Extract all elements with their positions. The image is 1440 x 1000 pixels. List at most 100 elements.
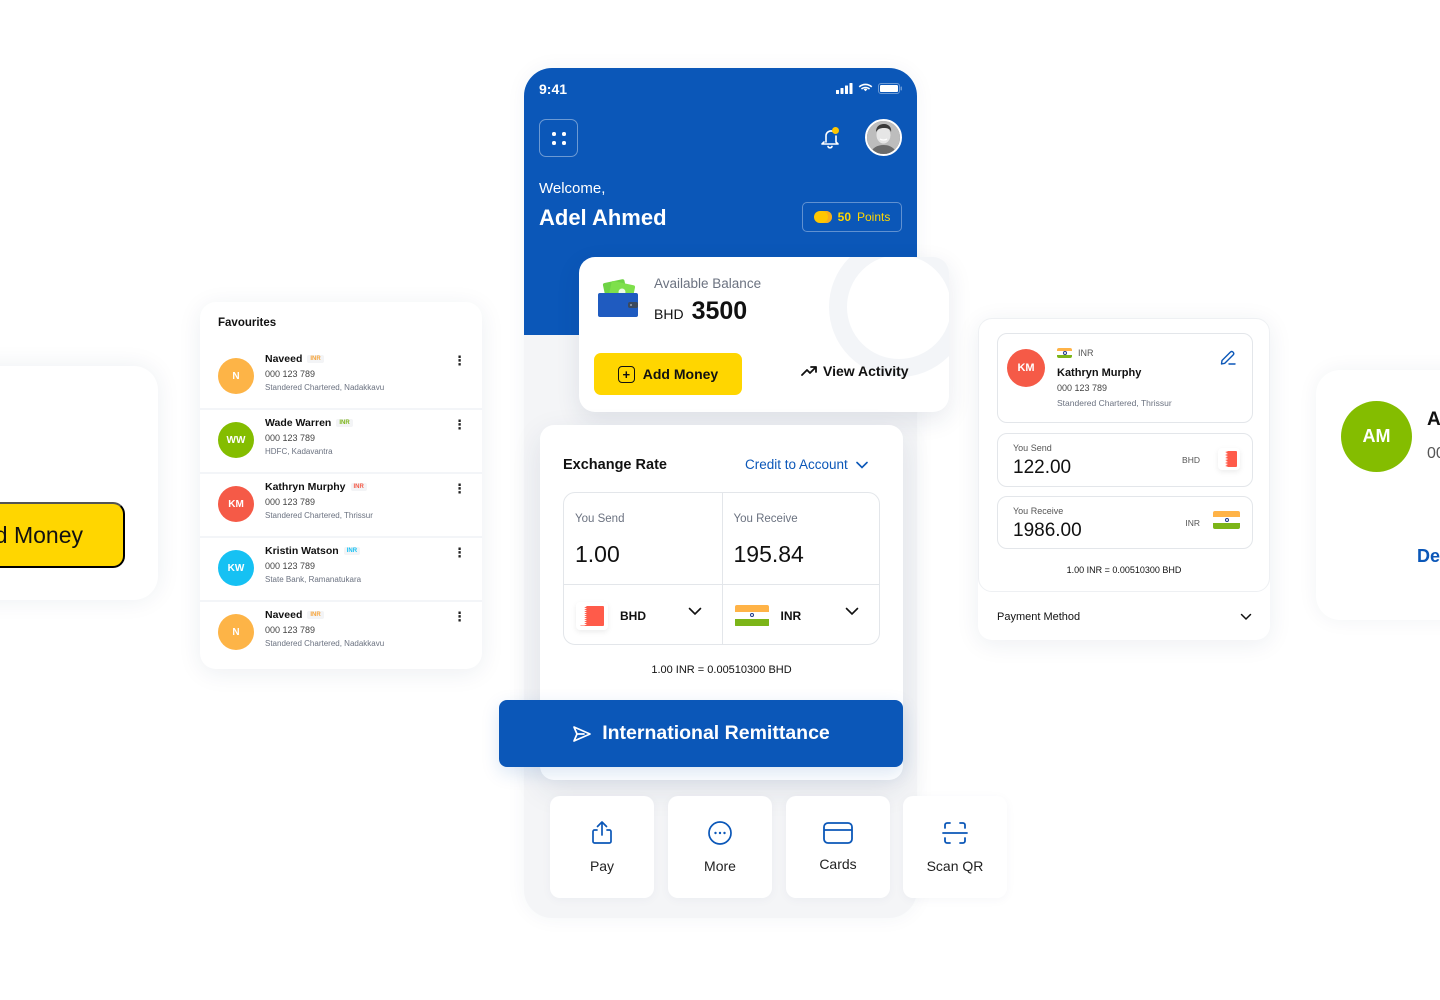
add-money-button[interactable]: + Add Money [594,353,742,395]
avatar: N [218,358,254,394]
account-number: 000 123 789 [265,560,316,571]
dot [552,132,556,136]
favourite-name: Wade Warren [265,417,332,429]
battery-icon [878,83,902,94]
points-value: 50 [837,210,851,224]
receive-label: You Receive [1013,506,1064,516]
transfer-mode-dropdown[interactable]: Credit to Account [745,457,868,472]
balance-card: Available Balance BHD 3500 + Add Money V… [579,257,949,412]
currency-badge: INR [307,611,324,620]
balance-amount: 3500 [691,297,748,325]
quick-action-cards[interactable]: Cards [786,796,890,898]
quick-action-scan-qr[interactable]: Scan QR [903,796,1007,898]
status-icons [836,83,902,94]
dot [562,132,566,136]
favourites-card: Favourites N Naveed INR 000 123 789 Stan… [200,302,482,669]
dot [562,141,566,145]
scan-qr-icon [942,822,968,844]
account-number: 000 123 789 [265,432,316,443]
avatar: KW [218,550,254,586]
recipient-bank: Standered Chartered, Thrissur [1057,398,1172,408]
more-dots-icon [708,821,732,845]
currency-badge: INR [350,483,367,492]
send-currency-code: BHD [620,608,646,623]
recipient-send-field[interactable]: You Send 122.00 BHD [997,433,1253,487]
international-remittance-button[interactable]: International Remittance [499,700,903,767]
person-photo-icon [867,121,900,154]
currency-badge: INR [307,355,324,364]
send-amount: 122.00 [1013,457,1072,478]
send-column: You Send 1.00 BHD [564,493,722,644]
india-flag-icon [1213,511,1240,529]
avatar: N [218,614,254,650]
notification-bell-icon[interactable] [820,126,842,150]
currency-badge: INR [343,547,361,556]
more-vertical-icon[interactable]: ⋮ [453,610,466,623]
balance-currency: BHD [654,306,684,322]
more-vertical-icon[interactable]: ⋮ [453,482,466,495]
receive-currency-select[interactable]: INR [722,584,879,644]
details-link-partial[interactable]: De [1417,546,1440,567]
exchange-title: Exchange Rate [563,457,667,473]
favourite-name: Kathryn Murphy [265,481,346,493]
add-money-label: Add Money [642,366,719,382]
coin-icon [813,211,832,223]
currency-badge: INR [336,419,353,428]
bank-name: State Bank, Ramanatukara [265,574,362,584]
chevron-down-icon [856,461,868,469]
receive-currency: INR [1185,518,1200,528]
receive-amount-input[interactable]: 195.84 [734,541,804,568]
more-vertical-icon[interactable]: ⋮ [453,354,466,367]
quick-action-label: Cards [819,856,857,872]
favourite-item[interactable]: WW Wade Warren INR 000 123 789 HDFC, Kad… [200,410,482,474]
more-vertical-icon[interactable]: ⋮ [453,418,466,431]
send-currency-select[interactable]: BHD [564,584,722,644]
menu-button[interactable] [539,119,578,157]
share-upload-icon [592,821,612,844]
favourite-item[interactable]: KW Kristin Watson INR 000 123 789 State … [200,538,482,602]
quick-action-more[interactable]: More [668,796,772,898]
account-number: 000 123 789 [265,368,316,379]
edit-pencil-icon[interactable] [1219,348,1237,366]
favourite-item[interactable]: N Naveed INR 000 123 789 Standered Chart… [200,346,482,410]
card-icon [823,822,853,844]
bank-name: Standered Chartered, Nadakkavu [265,382,385,392]
account-number: 000 123 789 [265,624,316,635]
view-activity-link[interactable]: View Activity [801,363,909,379]
bank-name: Standered Chartered, Nadakkavu [265,638,385,648]
avatar: KM [1007,349,1045,387]
more-vertical-icon[interactable]: ⋮ [453,546,466,559]
favourite-item[interactable]: N Naveed INR 000 123 789 Standered Chart… [200,602,482,666]
favourite-name: Kristin Watson [265,545,339,557]
dot [552,141,556,145]
quick-action-label: Scan QR [926,858,984,874]
bahrain-flag-icon [1218,448,1240,470]
points-badge[interactable]: 50 Points [802,202,902,232]
recipient-receive-field[interactable]: You Receive 1986.00 INR [997,496,1253,549]
bahrain-flag-icon [576,601,608,630]
chevron-down-icon[interactable] [1240,613,1252,621]
wallet-icon [598,279,638,317]
quick-action-pay[interactable]: Pay [550,796,654,898]
recipient-account: 000 123 789 [1057,383,1108,393]
trending-up-icon [801,366,817,376]
quick-action-label: Pay [589,858,615,874]
add-money-button-partial[interactable]: d Money [0,502,125,568]
welcome-text: Welcome, [539,180,606,197]
favourite-name: Naveed [265,609,303,621]
exchange-inputs: You Send 1.00 BHD You Receive 195.84 INR [563,492,880,645]
favourites-title: Favourites [218,317,277,329]
send-amount-input[interactable]: 1.00 [575,541,620,568]
plus-icon: + [617,365,635,383]
bank-name: HDFC, Kadavantra [265,446,333,456]
quick-action-label: More [704,858,736,874]
send-label: You Send [1013,443,1052,453]
payment-method-dropdown[interactable]: Payment Method [997,611,1080,623]
points-label: Points [857,210,891,224]
india-flag-icon [734,604,769,627]
signal-icon [836,83,853,94]
favourite-item[interactable]: KM Kathryn Murphy INR 000 123 789 Stande… [200,474,482,538]
receive-label: You Receive [733,513,798,525]
user-avatar[interactable] [865,119,902,156]
wifi-icon [858,83,873,92]
